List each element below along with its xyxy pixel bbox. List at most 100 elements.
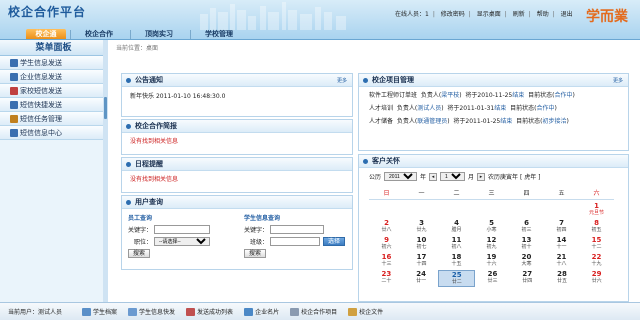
student-query-title: 学生信息查询	[244, 215, 281, 222]
lunar-day: 小寒	[486, 227, 497, 233]
staff-position-select[interactable]: --请选择--	[154, 237, 210, 246]
footer-school-files[interactable]: 校企文件	[348, 307, 383, 316]
sidebar-item-sms-center[interactable]: 短信信息中心	[0, 126, 107, 140]
calendar-day[interactable]: 29 廿六	[579, 270, 614, 287]
calendar-day	[404, 202, 439, 219]
footer-student-quick-message[interactable]: 学生信息快发	[128, 307, 175, 316]
bullet-icon	[363, 77, 368, 83]
lunar-day: 初七	[416, 244, 427, 250]
calendar-day[interactable]: 9 初六	[369, 236, 404, 253]
lunar-day: 初八	[451, 244, 462, 250]
lunar-day: 大寒	[521, 261, 532, 267]
bullet-icon	[126, 123, 131, 129]
student-class-input[interactable]	[270, 237, 320, 246]
weekday-header: 五	[558, 190, 565, 197]
calendar-day[interactable]: 28 廿五	[545, 270, 580, 287]
calendar-week-row: 16 十三 17 十四 18 十五 19 十六 20 大寒 21 十八 22 十九	[369, 253, 614, 270]
briefing-panel: 校企合作简报 没有找到相关信息	[121, 119, 353, 155]
calendar-day[interactable]: 1 元旦节	[579, 202, 614, 219]
footer-cooperation-projects[interactable]: 校企合作项目	[290, 307, 337, 316]
help-link[interactable]: 帮助	[537, 11, 549, 18]
calendar-day[interactable]: 3 廿九	[404, 219, 439, 236]
tab-school-management[interactable]: 学校管理	[196, 29, 242, 39]
year-select[interactable]: 2011	[384, 172, 418, 181]
footer-student-files[interactable]: 学生档案	[82, 307, 117, 316]
calendar-day[interactable]: 21 十八	[544, 253, 579, 270]
calendar-title: 客户关怀	[372, 157, 400, 165]
staff-keyword-input[interactable]	[154, 225, 210, 234]
calendar-day[interactable]: 26 廿三	[475, 270, 510, 287]
calendar-week-row: 1 元旦节	[369, 202, 614, 219]
class-select-button[interactable]: 选择	[323, 237, 346, 246]
calendar-day[interactable]: 27 廿四	[510, 270, 545, 287]
lunar-year-label: 农历庚寅年 [ 虎年 ]	[488, 174, 541, 181]
calendar-day[interactable]: 24 廿一	[404, 270, 439, 287]
calendar-type-label: 公历	[369, 174, 382, 181]
student-search-button[interactable]: 搜索	[244, 249, 267, 258]
calendar-day[interactable]: 10 初七	[404, 236, 439, 253]
tab-school-enterprise[interactable]: 校企合作	[76, 29, 122, 39]
collapse-handle[interactable]	[104, 97, 107, 119]
prev-month-icon[interactable]: ◂	[429, 172, 438, 181]
calendar-day[interactable]: 6 初三	[509, 219, 544, 236]
day-number: 22	[591, 253, 602, 261]
project-row[interactable]: 人才培训 负责人(测试人员) 将于2011-01-31结束 目前状态(合作中)	[369, 102, 618, 115]
change-password-link[interactable]: 修改密码	[441, 11, 465, 18]
calendar-day[interactable]: 15 十二	[579, 236, 614, 253]
project-row[interactable]: 人才储备 负责人(联通管理员) 将于2011-01-25结束 目前状态(初步接洽…	[369, 115, 618, 128]
calendar-day[interactable]: 2 廿八	[369, 219, 404, 236]
footer-sent-list[interactable]: 发送成功列表	[186, 307, 233, 316]
calendar-day[interactable]: 20 大寒	[509, 253, 544, 270]
sidebar-item-sms-tasks[interactable]: 短信任务管理	[0, 112, 107, 126]
calendar-day[interactable]: 11 初八	[439, 236, 474, 253]
calendar-day[interactable]: 7 初四	[544, 219, 579, 236]
day-number: 17	[416, 253, 427, 261]
day-number: 19	[486, 253, 497, 261]
show-desktop-link[interactable]: 显示桌面	[477, 11, 501, 18]
calendar-day-today[interactable]: 25 廿二	[438, 270, 476, 287]
year-unit: 年	[420, 174, 427, 181]
calendar-day[interactable]: 17 十四	[404, 253, 439, 270]
lunar-day: 廿一	[416, 278, 427, 284]
calendar-week-row: 9 初六 10 初七 11 初八 12 初九 13 初十 14 十一 15 十二	[369, 236, 614, 253]
projects-more-link[interactable]: 更多	[613, 77, 623, 84]
calendar-day[interactable]: 23 二十	[369, 270, 404, 287]
notice-item-title[interactable]: 新年快乐	[130, 93, 154, 100]
calendar-day[interactable]: 22 十九	[579, 253, 614, 270]
student-keyword-input[interactable]	[270, 225, 324, 234]
sidebar-collapse-bar[interactable]	[103, 40, 108, 302]
sidebar-item-enterprise-message[interactable]: 企业信息发送	[0, 70, 107, 84]
lunar-day: 初三	[521, 227, 532, 233]
refresh-link[interactable]: 刷新	[513, 11, 525, 18]
sent-list-icon	[186, 307, 196, 316]
sidebar-item-home-school-sms[interactable]: 家校短信发送	[0, 84, 107, 98]
notice-more-link[interactable]: 更多	[337, 77, 347, 84]
lunar-day: 廿五	[556, 278, 567, 284]
online-users[interactable]: 在线人员：1	[395, 11, 429, 18]
sidebar-item-student-message[interactable]: 学生信息发送	[0, 56, 107, 70]
staff-search-button[interactable]: 搜索	[128, 249, 151, 258]
calendar-day[interactable]: 4 腊月	[439, 219, 474, 236]
calendar-day[interactable]: 18 十五	[439, 253, 474, 270]
calendar-day[interactable]: 12 初九	[474, 236, 509, 253]
calendar-day[interactable]: 8 初五	[579, 219, 614, 236]
reminder-title: 日程提醒	[135, 160, 163, 168]
tab-xiaoqitong[interactable]: 校企通	[26, 29, 66, 39]
lunar-day: 十二	[591, 244, 602, 250]
calendar-day[interactable]: 13 初十	[509, 236, 544, 253]
project-icon	[290, 307, 300, 316]
student-keyword-label: 关键字：	[244, 227, 269, 234]
next-month-icon[interactable]: ▸	[477, 172, 486, 181]
logout-link[interactable]: 退出	[561, 11, 573, 18]
sidebar-item-label: 短信快捷发送	[20, 100, 62, 109]
calendar-day[interactable]: 16 十三	[369, 253, 404, 270]
project-row[interactable]: 软件工程师订单班 负责人(梁平枝) 将于2010-11-25结束 目前状态(合作…	[369, 89, 618, 102]
calendar-day[interactable]: 14 十一	[544, 236, 579, 253]
app-title: 校企合作平台	[8, 5, 87, 19]
calendar-day[interactable]: 5 小寒	[474, 219, 509, 236]
calendar-day[interactable]: 19 十六	[474, 253, 509, 270]
tab-internship[interactable]: 顶岗实习	[136, 29, 182, 39]
sidebar-item-quick-sms[interactable]: 短信快捷发送	[0, 98, 107, 112]
month-select[interactable]: 1	[440, 172, 466, 181]
footer-enterprise-card[interactable]: 企业名片	[244, 307, 279, 316]
